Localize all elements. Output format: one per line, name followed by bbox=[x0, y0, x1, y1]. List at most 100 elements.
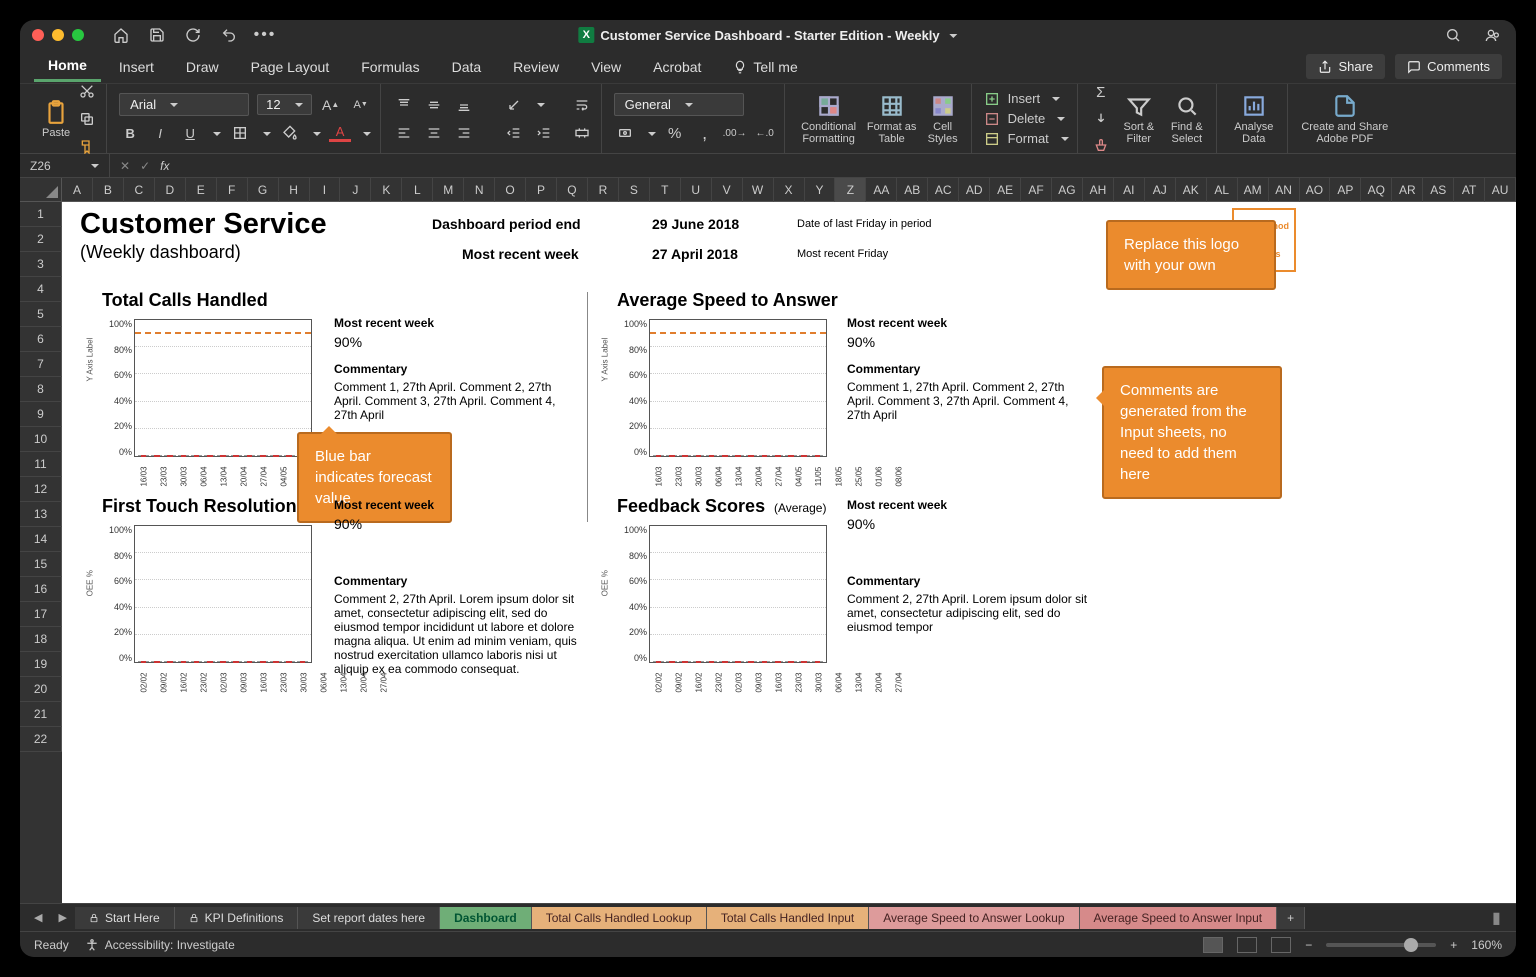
column-header[interactable]: C bbox=[124, 178, 155, 202]
column-header[interactable]: AI bbox=[1114, 178, 1145, 202]
fill-color-icon[interactable] bbox=[279, 122, 301, 144]
sheet-tab[interactable]: Set report dates here bbox=[298, 907, 440, 929]
column-header[interactable]: Z bbox=[835, 178, 866, 202]
sheet-tab[interactable]: Start Here bbox=[75, 907, 175, 929]
comments-button[interactable]: Comments bbox=[1395, 54, 1502, 79]
column-header[interactable]: X bbox=[774, 178, 805, 202]
column-header[interactable]: AG bbox=[1052, 178, 1083, 202]
increase-decimal-icon[interactable]: .00→ bbox=[724, 122, 746, 144]
accessibility-button[interactable]: Accessibility: Investigate bbox=[85, 938, 235, 952]
column-header[interactable]: Y bbox=[805, 178, 836, 202]
row-header[interactable]: 14 bbox=[20, 527, 62, 552]
select-all-corner[interactable] bbox=[20, 178, 62, 202]
column-header[interactable]: AC bbox=[928, 178, 959, 202]
column-header[interactable]: AJ bbox=[1145, 178, 1176, 202]
tab-prev[interactable]: ◀ bbox=[26, 911, 50, 924]
home-icon[interactable] bbox=[110, 24, 132, 46]
sheet-tab[interactable]: Dashboard bbox=[440, 907, 532, 929]
column-header[interactable]: AR bbox=[1392, 178, 1423, 202]
align-center-icon[interactable] bbox=[423, 122, 445, 144]
close-icon[interactable] bbox=[32, 29, 44, 41]
name-box[interactable]: Z26 bbox=[20, 154, 110, 177]
column-header[interactable]: W bbox=[743, 178, 774, 202]
wrap-text-icon[interactable] bbox=[571, 94, 593, 116]
enter-icon[interactable]: ✓ bbox=[140, 159, 150, 173]
worksheet[interactable]: Customer Service (Weekly dashboard) Dash… bbox=[62, 202, 1516, 903]
column-header[interactable]: P bbox=[526, 178, 557, 202]
row-header[interactable]: 6 bbox=[20, 327, 62, 352]
tab-page-layout[interactable]: Page Layout bbox=[237, 53, 344, 81]
sheet-tab[interactable]: KPI Definitions bbox=[175, 907, 299, 929]
column-header[interactable]: E bbox=[186, 178, 217, 202]
tab-review[interactable]: Review bbox=[499, 53, 573, 81]
column-header[interactable]: B bbox=[93, 178, 124, 202]
conditional-formatting-button[interactable]: Conditional Formatting bbox=[797, 93, 861, 145]
row-header[interactable]: 2 bbox=[20, 227, 62, 252]
border-icon[interactable] bbox=[229, 122, 251, 144]
column-header[interactable]: AK bbox=[1176, 178, 1207, 202]
column-header[interactable]: T bbox=[650, 178, 681, 202]
analyse-data-button[interactable]: Analyse Data bbox=[1229, 93, 1279, 145]
column-header[interactable]: S bbox=[619, 178, 650, 202]
column-header[interactable]: AQ bbox=[1361, 178, 1392, 202]
autosum-icon[interactable]: Σ bbox=[1090, 82, 1112, 104]
row-header[interactable]: 12 bbox=[20, 477, 62, 502]
underline-menu[interactable] bbox=[209, 126, 221, 141]
column-header[interactable]: O bbox=[495, 178, 526, 202]
autosave-icon[interactable] bbox=[182, 24, 204, 46]
row-header[interactable]: 3 bbox=[20, 252, 62, 277]
currency-icon[interactable] bbox=[614, 122, 636, 144]
column-header[interactable]: AB bbox=[897, 178, 928, 202]
share-button[interactable]: Share bbox=[1306, 54, 1385, 79]
sheet-tab[interactable]: Average Speed to Answer Lookup bbox=[869, 907, 1079, 929]
format-cells-button[interactable]: Format bbox=[984, 131, 1069, 147]
tab-next[interactable]: ▶ bbox=[50, 911, 74, 924]
comma-icon[interactable]: , bbox=[694, 122, 716, 144]
shrink-font-icon[interactable]: A▼ bbox=[350, 94, 372, 116]
sort-filter-button[interactable]: Sort & Filter bbox=[1118, 93, 1160, 145]
align-top-icon[interactable] bbox=[393, 94, 415, 116]
more-icon[interactable]: ••• bbox=[254, 24, 276, 46]
column-header[interactable]: U bbox=[681, 178, 712, 202]
row-header[interactable]: 7 bbox=[20, 352, 62, 377]
tell-me[interactable]: Tell me bbox=[719, 53, 811, 81]
italic-icon[interactable]: I bbox=[149, 122, 171, 144]
column-header[interactable]: AA bbox=[866, 178, 897, 202]
tab-home[interactable]: Home bbox=[34, 51, 101, 82]
add-sheet-button[interactable]: + bbox=[1277, 907, 1305, 929]
cancel-icon[interactable]: ✕ bbox=[120, 159, 130, 173]
row-header[interactable]: 17 bbox=[20, 602, 62, 627]
column-header[interactable]: Q bbox=[557, 178, 588, 202]
sheet-tab[interactable]: Total Calls Handled Lookup bbox=[532, 907, 707, 929]
find-select-button[interactable]: Find & Select bbox=[1166, 93, 1208, 145]
tab-view[interactable]: View bbox=[577, 53, 635, 81]
minimize-icon[interactable] bbox=[52, 29, 64, 41]
row-header[interactable]: 19 bbox=[20, 652, 62, 677]
row-header[interactable]: 5 bbox=[20, 302, 62, 327]
row-header[interactable]: 4 bbox=[20, 277, 62, 302]
insert-cells-button[interactable]: Insert bbox=[984, 91, 1069, 107]
column-header[interactable]: AD bbox=[959, 178, 990, 202]
row-header[interactable]: 10 bbox=[20, 427, 62, 452]
row-header[interactable]: 21 bbox=[20, 702, 62, 727]
column-header[interactable]: AO bbox=[1300, 178, 1331, 202]
row-header[interactable]: 18 bbox=[20, 627, 62, 652]
font-name-select[interactable]: Arial bbox=[119, 93, 249, 116]
column-header[interactable]: AN bbox=[1269, 178, 1300, 202]
column-header[interactable]: AL bbox=[1207, 178, 1238, 202]
decrease-indent-icon[interactable] bbox=[503, 122, 525, 144]
view-normal-icon[interactable] bbox=[1203, 937, 1223, 953]
tabs-scroll[interactable]: ▮ bbox=[1492, 908, 1510, 928]
tab-insert[interactable]: Insert bbox=[105, 53, 168, 81]
fill-icon[interactable] bbox=[1090, 108, 1112, 130]
create-pdf-button[interactable]: Create and Share Adobe PDF bbox=[1300, 93, 1390, 145]
decrease-decimal-icon[interactable]: ←.0 bbox=[754, 122, 776, 144]
cut-icon[interactable] bbox=[76, 80, 98, 102]
zoom-level[interactable]: 160% bbox=[1471, 938, 1502, 952]
row-header[interactable]: 1 bbox=[20, 202, 62, 227]
column-header[interactable]: AT bbox=[1454, 178, 1485, 202]
number-format-select[interactable]: General bbox=[614, 93, 744, 116]
undo-icon[interactable] bbox=[218, 24, 240, 46]
underline-icon[interactable]: U bbox=[179, 122, 201, 144]
paste-button[interactable]: Paste bbox=[42, 99, 70, 139]
